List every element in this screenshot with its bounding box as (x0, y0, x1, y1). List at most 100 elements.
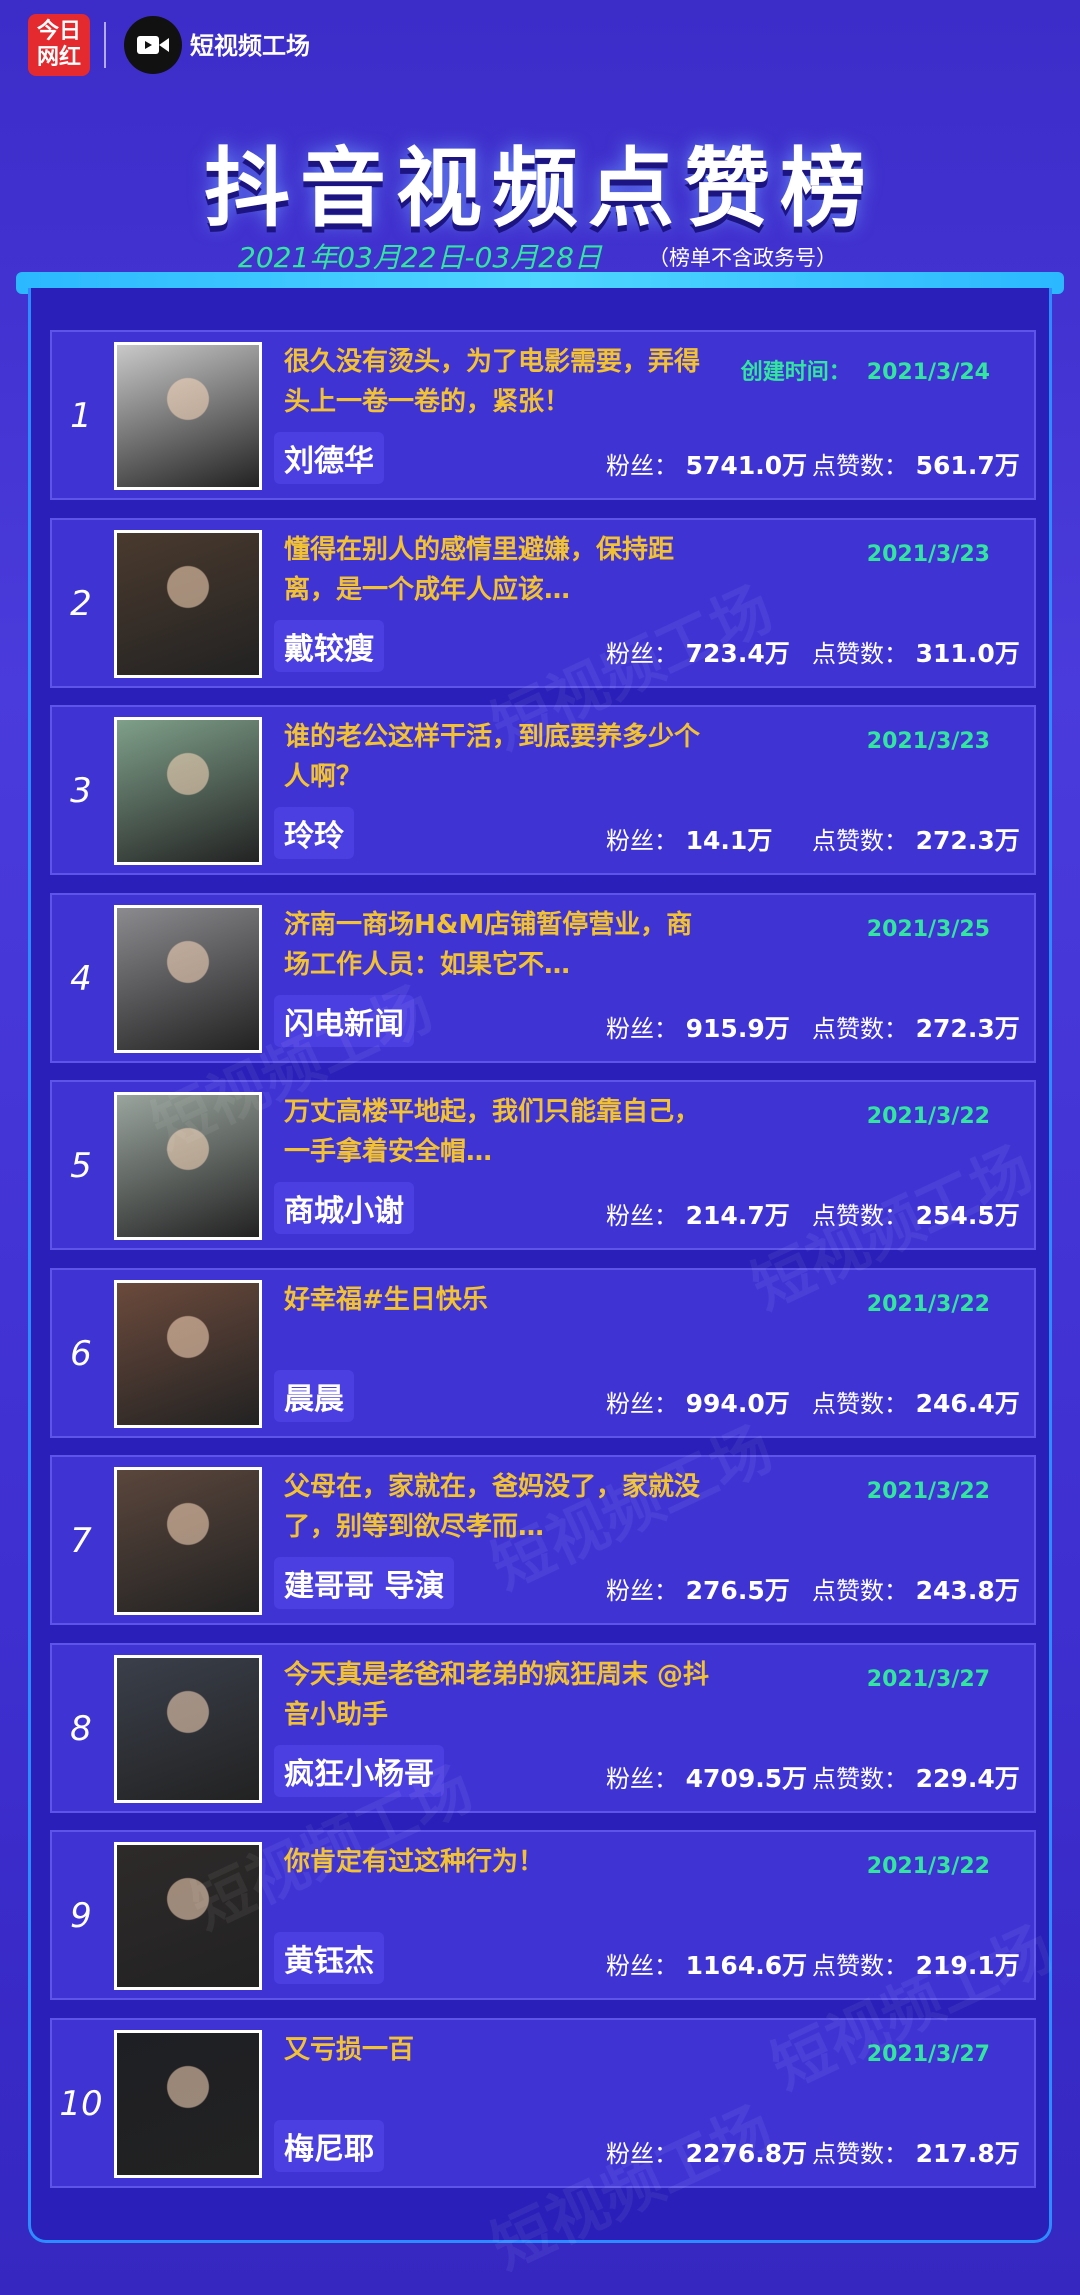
video-description: 懂得在别人的感情里避嫌，保持距离，是一个成年人应该… (284, 535, 675, 605)
fans-count: 粉丝： 1164.6万 (606, 1951, 808, 1980)
likes-count: 点赞数： 272.3万 (812, 1014, 1020, 1043)
rank-number: 7 (70, 1521, 92, 1561)
created-date: 创建时间： 2021/3/24 (741, 354, 990, 386)
created-date-value: 2021/3/25 (866, 917, 990, 942)
likes-count: 点赞数： 217.8万 (812, 2139, 1020, 2168)
fans-count: 粉丝： 915.9万 (606, 1014, 790, 1043)
rank-number: 3 (70, 771, 92, 811)
video-camera-icon (124, 16, 182, 74)
ranking-row[interactable]: 2 懂得在别人的感情里避嫌，保持距离，是一个成年人应该… 戴较瘦 2021/3/23 粉… (50, 518, 1036, 688)
logo-line1: 今日 (36, 19, 81, 44)
created-date-value: 2021/3/22 (866, 1292, 990, 1317)
ranking-row[interactable]: 4 济南一商场H&M店铺暂停营业，商场工作人员：如果它不… 闪电新闻 2021/3/2… (50, 893, 1036, 1063)
ranking-row[interactable]: 1 很久没有烫头，为了电影需要，弄得头上一卷一卷的，紧张！ 刘德华 创建时间： 2021… (50, 330, 1036, 500)
header-divider (104, 22, 106, 68)
author-name[interactable]: 疯狂小杨哥 (274, 1745, 444, 1797)
created-date-value: 2021/3/27 (866, 1667, 990, 1692)
video-description: 谁的老公这样干活，到底要养多少个人啊？ (284, 722, 701, 792)
fans-count: 粉丝： 276.5万 (606, 1576, 790, 1605)
video-description: 济南一商场H&M店铺暂停营业，商场工作人员：如果它不… (284, 910, 693, 980)
fans-count: 粉丝： 214.7万 (606, 1201, 790, 1230)
rank-number: 2 (70, 584, 92, 624)
video-thumbnail[interactable] (114, 1092, 262, 1240)
ranking-row[interactable]: 3 谁的老公这样干活，到底要养多少个人啊？ 玲玲 2021/3/23 粉丝： 14.1万… (50, 705, 1036, 875)
author-name[interactable]: 商城小谢 (274, 1182, 414, 1234)
created-date-value: 2021/3/24 (866, 360, 990, 385)
author-name[interactable]: 黄钰杰 (274, 1932, 384, 1984)
ranking-row[interactable]: 7 父母在，家就在，爸妈没了，家就没了，别等到欲尽孝而… 建哥哥 导演 2021/3/… (50, 1455, 1036, 1625)
video-thumbnail[interactable] (114, 717, 262, 865)
brand-name: 短视频工场 (190, 32, 310, 60)
fans-count: 粉丝： 5741.0万 (606, 451, 808, 480)
created-date-value: 2021/3/23 (866, 729, 990, 754)
ranking-row[interactable]: 6 好幸福#生日快乐晨晨 2021/3/22 粉丝： 994.0万 点赞数： 246.4… (50, 1268, 1036, 1438)
ranking-row[interactable]: 8 今天真是老爸和老弟的疯狂周末 @抖音小助手疯狂小杨哥 2021/3/27 粉丝： … (50, 1643, 1036, 1813)
created-date-value: 2021/3/22 (866, 1479, 990, 1504)
video-thumbnail[interactable] (114, 1842, 262, 1990)
rank-number: 8 (70, 1709, 92, 1749)
fans-count: 粉丝： 994.0万 (606, 1389, 790, 1418)
page-title: 抖音视频点赞榜 (204, 139, 876, 239)
created-date: 2021/3/22 (867, 1479, 990, 1504)
created-date-value: 2021/3/27 (866, 2042, 990, 2067)
author-name[interactable]: 建哥哥 导演 (274, 1557, 455, 1609)
rank-number: 10 (59, 2084, 103, 2124)
video-thumbnail[interactable] (114, 530, 262, 678)
likes-count: 点赞数： 272.3万 (812, 826, 1020, 855)
created-date: 2021/3/23 (867, 729, 990, 754)
created-date-value: 2021/3/22 (866, 1854, 990, 1879)
likes-count: 点赞数： 561.7万 (812, 451, 1020, 480)
video-thumbnail[interactable] (114, 1467, 262, 1615)
rank-number: 1 (70, 396, 92, 436)
author-name[interactable]: 玲玲 (274, 807, 354, 859)
created-date: 2021/3/27 (867, 1667, 990, 1692)
video-description: 你肯定有过这种行为！ (284, 1847, 545, 1877)
video-description: 很久没有烫头，为了电影需要，弄得头上一卷一卷的，紧张！ (284, 347, 701, 417)
video-description: 今天真是老爸和老弟的疯狂周末 @抖音小助手 (284, 1660, 710, 1730)
video-thumbnail[interactable] (114, 2030, 262, 2178)
video-description: 又亏损一百 (284, 2035, 415, 2065)
logo-line2: 网红 (36, 45, 81, 70)
fans-count: 粉丝： 2276.8万 (606, 2139, 808, 2168)
ranking-row[interactable]: 5 万丈高楼平地起，我们只能靠自己，一手拿着安全帽… 商城小谢 2021/3/22 粉丝… (50, 1080, 1036, 1250)
created-date: 2021/3/22 (867, 1854, 990, 1879)
rank-number: 5 (70, 1146, 92, 1186)
fans-count: 粉丝： 4709.5万 (606, 1764, 808, 1793)
author-name[interactable]: 刘德华 (274, 432, 384, 484)
video-description: 万丈高楼平地起，我们只能靠自己，一手拿着安全帽… (284, 1097, 701, 1167)
rank-number: 9 (70, 1896, 92, 1936)
created-date: 2021/3/27 (867, 2042, 990, 2067)
likes-count: 点赞数： 229.4万 (812, 1764, 1020, 1793)
author-name[interactable]: 戴较瘦 (274, 620, 384, 672)
fans-count: 粉丝： 723.4万 (606, 639, 790, 668)
video-description: 好幸福#生日快乐 (284, 1285, 488, 1315)
author-name[interactable]: 闪电新闻 (274, 995, 414, 1047)
ranking-row[interactable]: 9 你肯定有过这种行为！ 黄钰杰 2021/3/22 粉丝： 1164.6万 点赞数： 2… (50, 1830, 1036, 2000)
likes-count: 点赞数： 311.0万 (812, 639, 1020, 668)
video-thumbnail[interactable] (114, 342, 262, 490)
likes-count: 点赞数： 246.4万 (812, 1389, 1020, 1418)
created-date: 2021/3/22 (867, 1104, 990, 1129)
created-date: 2021/3/23 (867, 542, 990, 567)
likes-count: 点赞数： 254.5万 (812, 1201, 1020, 1230)
video-description: 父母在，家就在，爸妈没了，家就没了，别等到欲尽孝而… (284, 1472, 701, 1542)
fans-count: 粉丝： 14.1万 (606, 826, 773, 855)
ranking-note: （榜单不含政务号） (648, 246, 837, 270)
created-date-value: 2021/3/22 (866, 1104, 990, 1129)
video-thumbnail[interactable] (114, 905, 262, 1053)
created-date: 2021/3/22 (867, 1292, 990, 1317)
likes-count: 点赞数： 219.1万 (812, 1951, 1020, 1980)
date-range: 2021年03月22日-03月28日 (238, 241, 602, 274)
rank-number: 4 (70, 959, 92, 999)
video-thumbnail[interactable] (114, 1280, 262, 1428)
jinri-wanghong-logo: 今日 网红 (28, 14, 90, 76)
created-label: 创建时间： (740, 360, 851, 385)
rank-number: 6 (70, 1334, 92, 1374)
author-name[interactable]: 晨晨 (274, 1370, 354, 1422)
video-thumbnail[interactable] (114, 1655, 262, 1803)
created-date-value: 2021/3/23 (866, 542, 990, 567)
author-name[interactable]: 梅尼耶 (274, 2120, 384, 2172)
created-date: 2021/3/25 (867, 917, 990, 942)
likes-count: 点赞数： 243.8万 (812, 1576, 1020, 1605)
ranking-row[interactable]: 10 又亏损一百梅尼耶 2021/3/27 粉丝： 2276.8万 点赞数： 217.8… (50, 2018, 1036, 2188)
